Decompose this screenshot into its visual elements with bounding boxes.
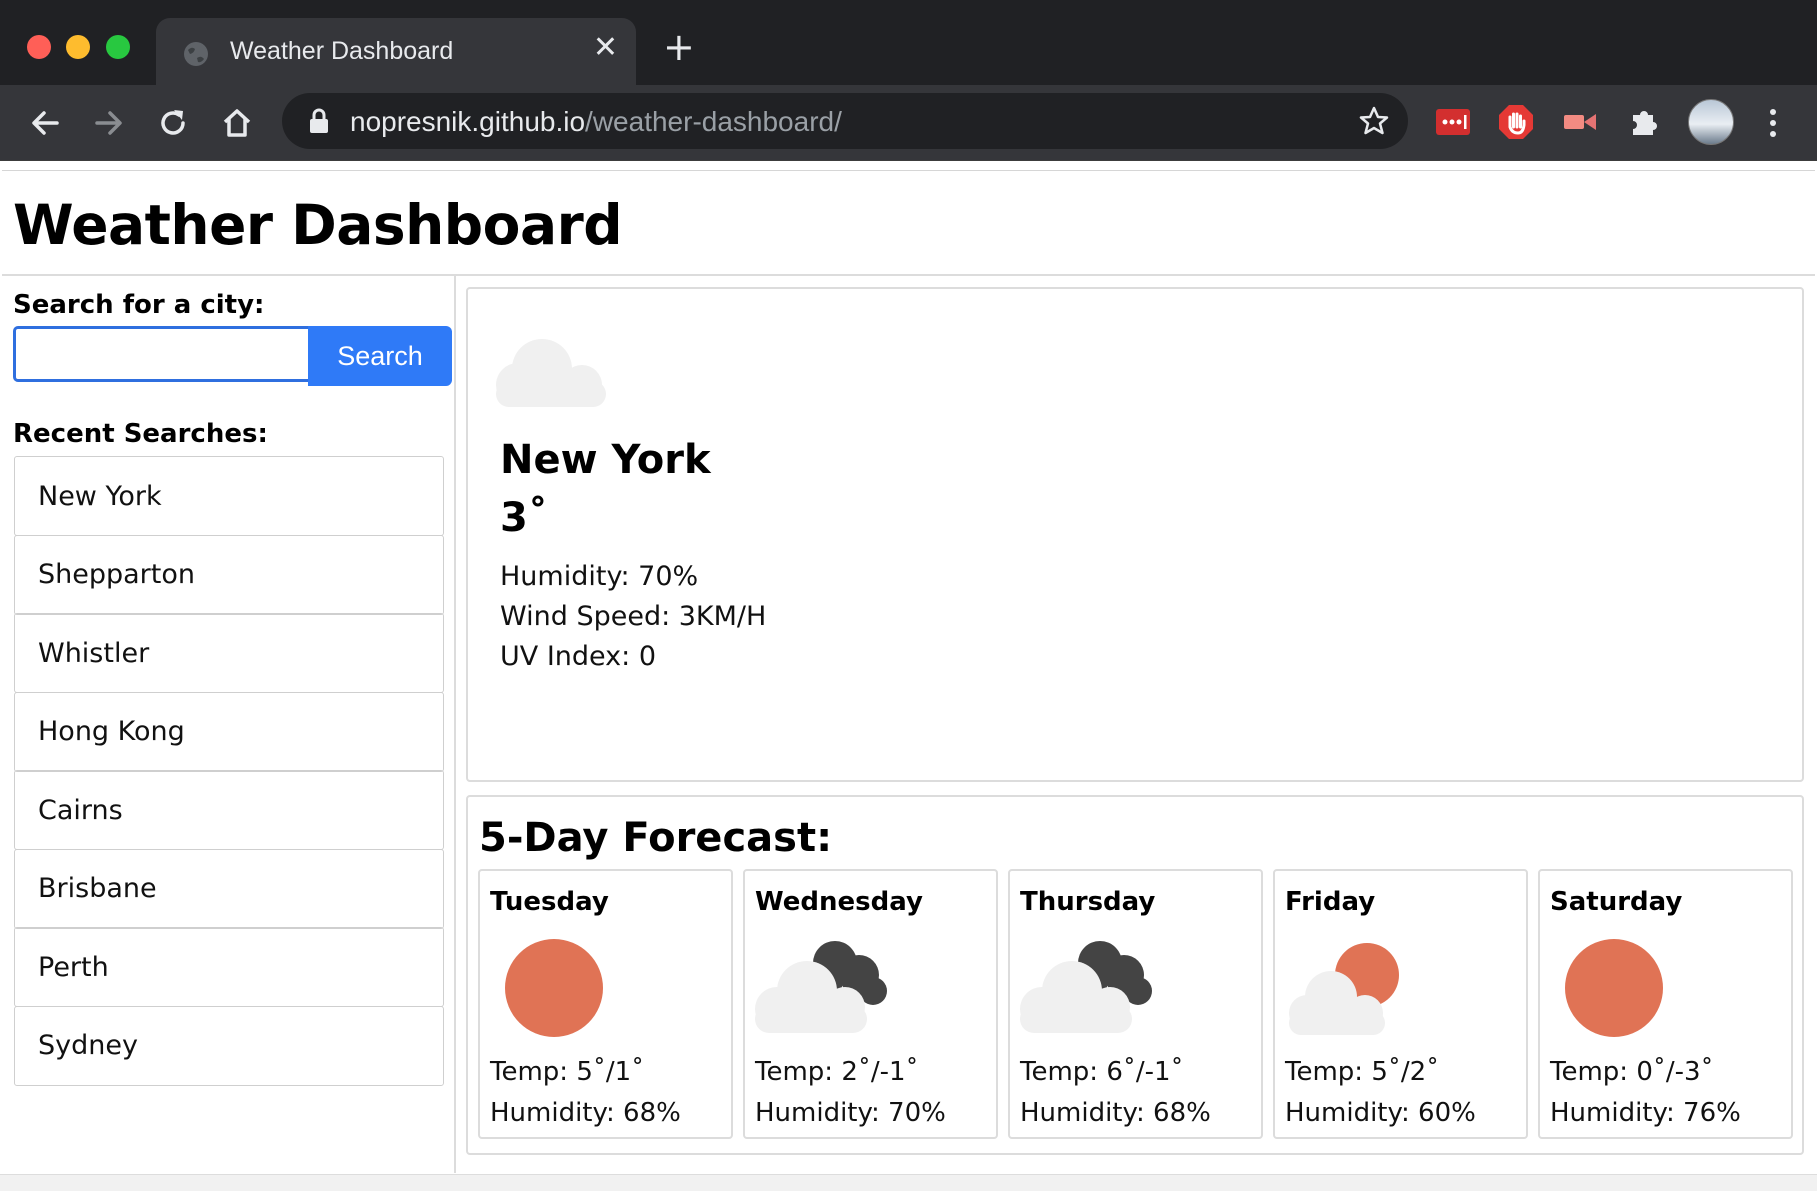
home-icon[interactable] bbox=[219, 105, 255, 141]
forecast-temp: Temp: 0˚/-3˚ bbox=[1550, 1057, 1714, 1087]
sun-icon bbox=[1565, 939, 1663, 1037]
sun-icon bbox=[505, 939, 603, 1037]
forecast-temp: Temp: 6˚/-1˚ bbox=[1020, 1057, 1184, 1087]
page-title: Weather Dashboard bbox=[13, 193, 623, 257]
forecast-humidity: Humidity: 76% bbox=[1550, 1098, 1741, 1128]
url-text: nopresnik.github.io/weather-dashboard/ bbox=[350, 106, 842, 137]
browser-toolbar: nopresnik.github.io/weather-dashboard/ bbox=[0, 85, 1817, 160]
cloudy-icon bbox=[496, 339, 606, 407]
screencast-extension-icon[interactable] bbox=[1561, 103, 1599, 141]
forecast-humidity: Humidity: 68% bbox=[1020, 1098, 1211, 1128]
forecast-day-card: Tuesday Temp: 5˚/1˚ Humidity: 68% bbox=[478, 869, 733, 1139]
forecast-section: 5-Day Forecast: Tuesday Temp: 5˚/1˚ Humi… bbox=[466, 795, 1804, 1155]
forecast-day-name: Tuesday bbox=[490, 887, 609, 917]
back-icon[interactable] bbox=[27, 105, 63, 141]
adblock-extension-icon[interactable] bbox=[1497, 103, 1535, 141]
horizontal-scrollbar[interactable] bbox=[0, 1174, 1817, 1191]
minimize-window-button[interactable] bbox=[66, 35, 90, 59]
city-search-input[interactable] bbox=[13, 326, 321, 382]
forecast-day-name: Wednesday bbox=[755, 887, 923, 917]
page-content: Weather Dashboard Search for a city: Sea… bbox=[2, 170, 1815, 1173]
current-wind-speed: Wind Speed: 3KM/H bbox=[500, 601, 767, 632]
maximize-window-button[interactable] bbox=[106, 35, 130, 59]
dark-clouds-icon bbox=[1020, 941, 1152, 1033]
forecast-day-card: Wednesday Temp: 2˚/-1˚ Humidity: 70% bbox=[743, 869, 998, 1139]
forecast-temp: Temp: 5˚/1˚ bbox=[490, 1057, 645, 1087]
recent-search-item[interactable]: Hong Kong bbox=[14, 691, 444, 772]
more-menu-icon[interactable] bbox=[1763, 103, 1783, 143]
current-weather-card: New York 3˚ Humidity: 70% Wind Speed: 3K… bbox=[466, 287, 1804, 782]
recent-search-item[interactable]: Brisbane bbox=[14, 848, 444, 929]
browser-tab[interactable]: Weather Dashboard ✕ bbox=[156, 18, 636, 85]
sidebar: Search for a city: Search Recent Searche… bbox=[2, 276, 456, 1173]
forward-icon[interactable] bbox=[91, 105, 127, 141]
lock-icon bbox=[310, 108, 328, 133]
forecast-day-name: Friday bbox=[1285, 887, 1376, 917]
forecast-title: 5-Day Forecast: bbox=[479, 815, 833, 861]
recent-searches-label: Recent Searches: bbox=[13, 419, 268, 449]
reload-icon[interactable] bbox=[155, 105, 191, 141]
recent-search-item[interactable]: Sydney bbox=[14, 1005, 444, 1086]
close-window-button[interactable] bbox=[27, 35, 51, 59]
recent-search-item[interactable]: Whistler bbox=[14, 613, 444, 693]
forecast-humidity: Humidity: 68% bbox=[490, 1098, 681, 1128]
forecast-day-name: Thursday bbox=[1020, 887, 1156, 917]
profile-avatar[interactable] bbox=[1688, 99, 1734, 145]
recent-search-item[interactable]: Cairns bbox=[14, 770, 444, 850]
forecast-day-name: Saturday bbox=[1550, 887, 1683, 917]
extensions-puzzle-icon[interactable] bbox=[1625, 103, 1663, 141]
current-humidity: Humidity: 70% bbox=[500, 561, 699, 592]
forecast-day-card: Saturday Temp: 0˚/-3˚ Humidity: 76% bbox=[1538, 869, 1793, 1139]
forecast-humidity: Humidity: 60% bbox=[1285, 1098, 1476, 1128]
forecast-temp: Temp: 5˚/2˚ bbox=[1285, 1057, 1440, 1087]
recent-search-item[interactable]: Perth bbox=[14, 927, 444, 1007]
password-manager-extension-icon[interactable] bbox=[1434, 103, 1472, 141]
bookmark-star-icon[interactable] bbox=[1358, 105, 1390, 137]
new-tab-icon[interactable]: + bbox=[663, 28, 695, 66]
current-uv-index: UV Index: 0 bbox=[500, 641, 657, 672]
tab-title: Weather Dashboard bbox=[230, 37, 454, 65]
page-header: Weather Dashboard bbox=[2, 171, 1815, 276]
recent-search-item[interactable]: New York bbox=[14, 456, 444, 536]
forecast-humidity: Humidity: 70% bbox=[755, 1098, 946, 1128]
current-temperature: 3˚ bbox=[500, 495, 548, 541]
browser-window-chrome: Weather Dashboard ✕ + nopresnik.github.i… bbox=[0, 0, 1817, 161]
dark-clouds-icon bbox=[755, 941, 887, 1033]
current-city-name: New York bbox=[500, 437, 711, 483]
search-label: Search for a city: bbox=[13, 290, 265, 320]
forecast-temp: Temp: 2˚/-1˚ bbox=[755, 1057, 919, 1087]
partly-cloudy-icon bbox=[1289, 943, 1399, 1035]
recent-searches-list: New York Shepparton Whistler Hong Kong C… bbox=[14, 456, 444, 1086]
close-tab-icon[interactable]: ✕ bbox=[593, 33, 618, 63]
globe-icon bbox=[184, 42, 208, 66]
recent-search-item[interactable]: Shepparton bbox=[14, 534, 444, 615]
address-bar[interactable]: nopresnik.github.io/weather-dashboard/ bbox=[282, 93, 1408, 149]
search-button[interactable]: Search bbox=[308, 326, 452, 386]
forecast-day-card: Thursday Temp: 6˚/-1˚ Humidity: 68% bbox=[1008, 869, 1263, 1139]
forecast-day-card: Friday Temp: 5˚/2˚ Humidity: 60% bbox=[1273, 869, 1528, 1139]
